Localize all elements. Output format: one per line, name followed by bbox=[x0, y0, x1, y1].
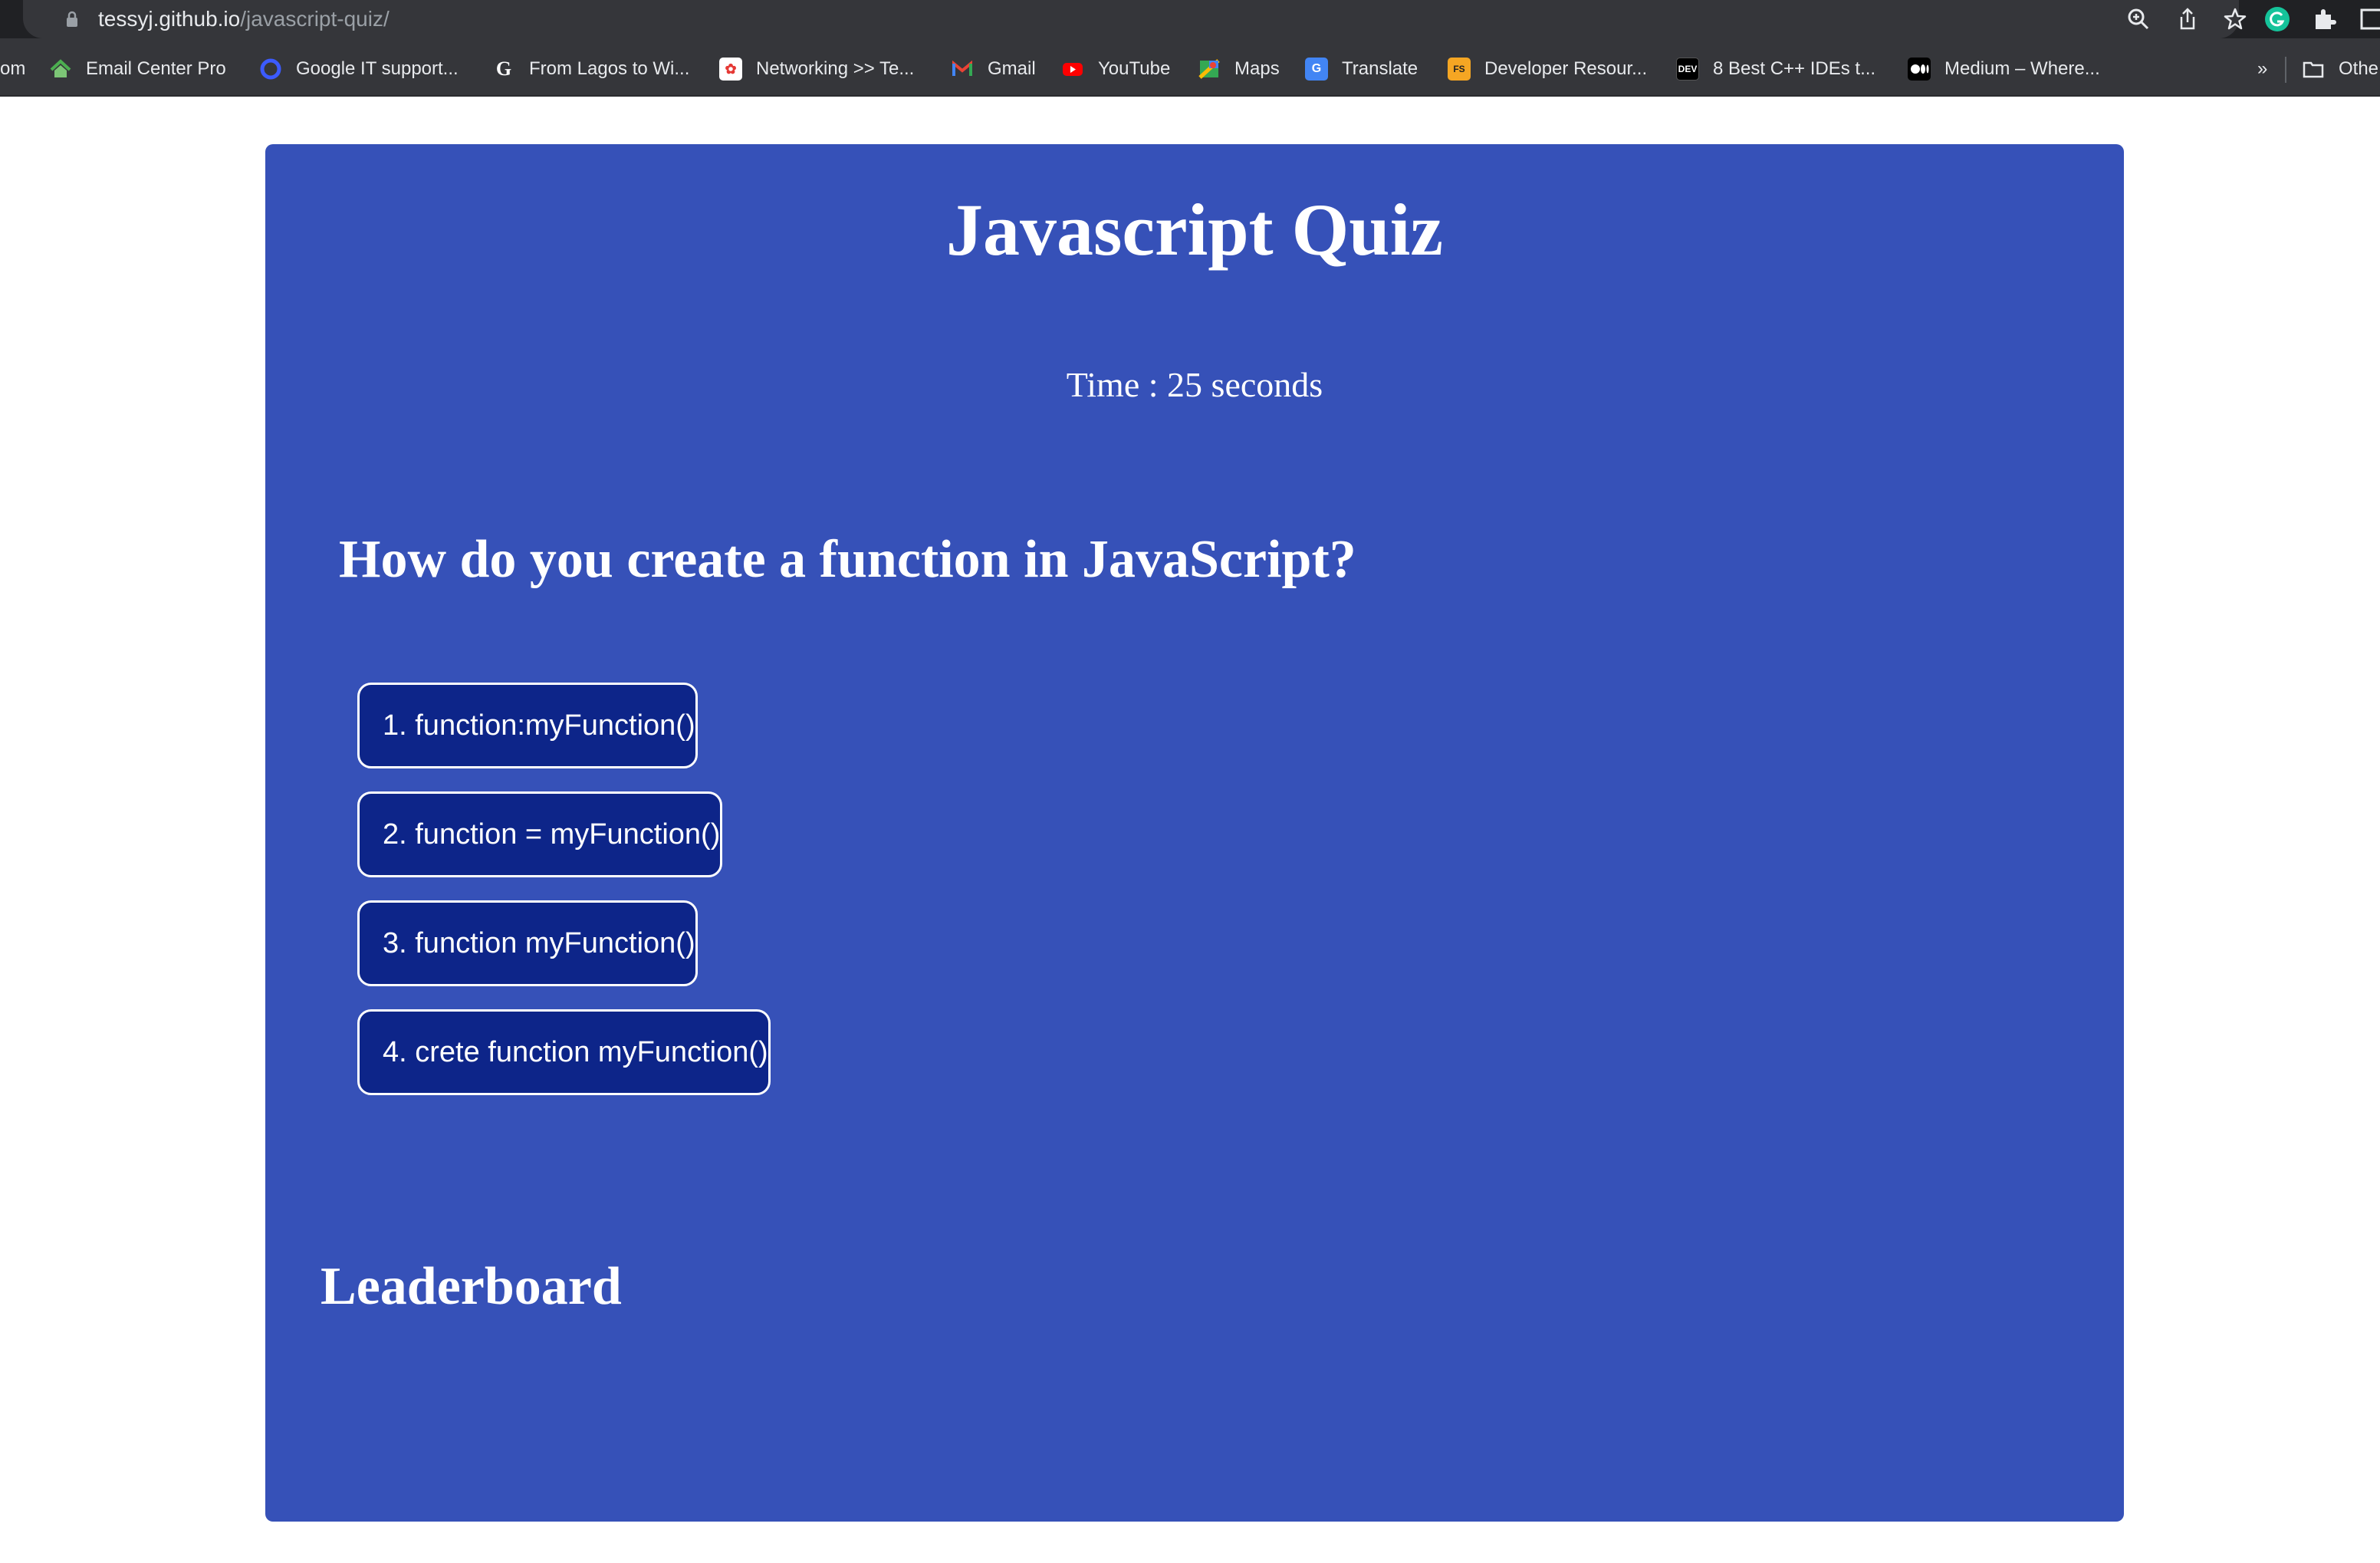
maps-icon bbox=[1198, 59, 1220, 79]
url-path: /javascript-quiz/ bbox=[240, 7, 390, 31]
bookmark-translate[interactable]: G Translate bbox=[1305, 54, 1418, 84]
bookmark-overflow-text[interactable]: om bbox=[0, 54, 25, 84]
bookmark-gmail[interactable]: Gmail bbox=[951, 54, 1036, 84]
bookmarks-divider bbox=[2285, 57, 2286, 83]
bookmark-label: Networking >> Te... bbox=[756, 58, 915, 79]
gmail-icon bbox=[952, 60, 972, 76]
bookmark-developer-resources[interactable]: FS Developer Resour... bbox=[1448, 54, 1647, 84]
youtube-icon bbox=[1063, 63, 1083, 76]
window-icon[interactable] bbox=[2359, 5, 2380, 33]
dev-icon: DEV bbox=[1676, 58, 1699, 81]
bookmark-label: Developer Resour... bbox=[1484, 58, 1648, 79]
bookmark-label: Medium – Where... bbox=[1944, 58, 2100, 79]
browser-toolbar: tessyj.github.io/javascript-quiz/ bbox=[0, 0, 2380, 38]
chevron-double-right-icon: » bbox=[2257, 58, 2268, 79]
bookmark-label: om bbox=[0, 58, 26, 79]
bookmark-label: Maps bbox=[1234, 58, 1280, 79]
answer-options: 1. function:myFunction() 2. function = m… bbox=[357, 683, 2030, 1118]
folder-icon bbox=[2303, 61, 2324, 78]
bookmark-maps[interactable]: Maps bbox=[1198, 54, 1280, 84]
bookmark-label: 8 Best C++ IDEs t... bbox=[1713, 58, 1876, 79]
leaderboard-heading: Leaderboard bbox=[321, 1257, 622, 1316]
bookmark-label: YouTube bbox=[1098, 58, 1171, 79]
address-bar[interactable]: tessyj.github.io/javascript-quiz/ bbox=[23, 0, 2247, 38]
bookmark-star-icon[interactable] bbox=[2222, 6, 2248, 32]
bookmark-youtube[interactable]: YouTube bbox=[1061, 54, 1170, 84]
answer-option-3[interactable]: 3. function myFunction() bbox=[357, 900, 698, 986]
app-icon: ✿ bbox=[719, 58, 742, 81]
url-text[interactable]: tessyj.github.io/javascript-quiz/ bbox=[98, 5, 390, 34]
medium-icon bbox=[1908, 58, 1931, 81]
g-icon: G bbox=[495, 58, 512, 80]
bookmarks-more-button[interactable]: » bbox=[2257, 54, 2267, 84]
other-bookmarks-folder[interactable]: Othe bbox=[2302, 54, 2378, 84]
bookmark-networking[interactable]: ✿ Networking >> Te... bbox=[719, 54, 914, 84]
bookmark-label: Othe bbox=[2339, 58, 2379, 79]
bookmark-label: Gmail bbox=[988, 58, 1036, 79]
bookmark-email-center-pro[interactable]: Email Center Pro bbox=[49, 54, 226, 84]
bookmark-medium[interactable]: Medium – Where... bbox=[1908, 54, 2100, 84]
answer-option-4[interactable]: 4. crete function myFunction() bbox=[357, 1009, 771, 1095]
answer-option-1[interactable]: 1. function:myFunction() bbox=[357, 683, 698, 768]
timer-text: Time : 25 seconds bbox=[1066, 365, 1323, 404]
question-text: How do you create a function in JavaScri… bbox=[339, 530, 1356, 589]
url-host: tessyj.github.io bbox=[98, 7, 241, 31]
bookmark-label: From Lagos to Wi... bbox=[529, 58, 690, 79]
house-icon bbox=[50, 59, 71, 77]
fs-icon: FS bbox=[1448, 58, 1471, 81]
zoom-icon[interactable] bbox=[2125, 6, 2152, 32]
bookmark-label: Google IT support... bbox=[296, 58, 459, 79]
bookmark-google-it-support[interactable]: Google IT support... bbox=[259, 54, 459, 84]
quiz-title: Javascript Quiz bbox=[946, 189, 1443, 271]
lock-icon[interactable] bbox=[66, 11, 78, 28]
extensions-puzzle-icon[interactable] bbox=[2311, 5, 2339, 33]
answer-option-2[interactable]: 2. function = myFunction() bbox=[357, 791, 723, 877]
bookmark-from-lagos[interactable]: G From Lagos to Wi... bbox=[492, 54, 690, 84]
grammarly-extension-icon[interactable] bbox=[2263, 5, 2291, 33]
circle-icon bbox=[260, 58, 281, 80]
bookmark-label: Email Center Pro bbox=[86, 58, 226, 79]
bookmarks-bar: om Email Center Pro Google IT support...… bbox=[0, 38, 2380, 97]
share-icon[interactable] bbox=[2175, 6, 2201, 32]
bookmark-label: Translate bbox=[1342, 58, 1418, 79]
quiz-container: Javascript Quiz Time : 25 seconds How do… bbox=[265, 144, 2124, 1522]
translate-icon: G bbox=[1305, 58, 1328, 81]
bookmark-best-cpp-ides[interactable]: DEV 8 Best C++ IDEs t... bbox=[1676, 54, 1875, 84]
